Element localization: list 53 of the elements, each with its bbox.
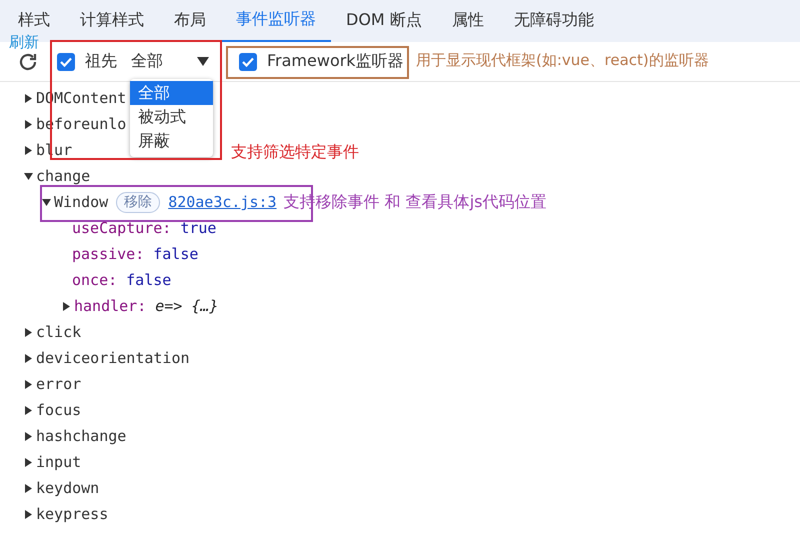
caret-icon bbox=[197, 57, 209, 66]
remove-button[interactable]: 移除 bbox=[116, 192, 160, 212]
tab[interactable]: 属性 bbox=[436, 8, 499, 33]
event-filter-select[interactable]: 全部 bbox=[127, 51, 213, 72]
property-value: e=> {…} bbox=[155, 297, 218, 315]
tab[interactable]: 事件监听器 bbox=[221, 8, 331, 42]
disclosure-triangle-icon[interactable] bbox=[24, 146, 33, 154]
checkbox[interactable] bbox=[57, 52, 75, 70]
checkbox-label: Framework监听器 bbox=[267, 51, 404, 72]
event-name[interactable]: keypress bbox=[36, 505, 108, 523]
disclosure-triangle-icon[interactable] bbox=[24, 510, 33, 518]
disclosure-triangle-icon[interactable] bbox=[62, 302, 71, 310]
disclosure-triangle-icon[interactable] bbox=[24, 458, 33, 466]
disclosure-triangle-icon[interactable] bbox=[24, 354, 33, 362]
disclosure-triangle-icon[interactable] bbox=[24, 94, 33, 102]
event-name[interactable]: focus bbox=[36, 401, 82, 419]
property-name: once: bbox=[72, 271, 118, 289]
annotation-text: 刷新 bbox=[9, 34, 39, 51]
disclosure-triangle-icon[interactable] bbox=[42, 198, 51, 206]
disclosure-triangle-icon[interactable] bbox=[24, 120, 33, 128]
tab[interactable]: DOM 断点 bbox=[331, 8, 437, 33]
property-value: true bbox=[180, 219, 216, 237]
dropdown-option[interactable]: 被动式 bbox=[130, 105, 213, 129]
event-name[interactable]: deviceorientation bbox=[36, 349, 190, 367]
annotation-text: 支持筛选特定事件 bbox=[231, 142, 359, 163]
disclosure-triangle-icon[interactable] bbox=[24, 406, 33, 414]
disclosure-triangle-icon[interactable] bbox=[24, 328, 33, 336]
property-name: useCapture: bbox=[72, 219, 172, 237]
disclosure-triangle-icon[interactable] bbox=[24, 432, 33, 440]
event-name[interactable]: click bbox=[36, 323, 82, 341]
tab[interactable]: 计算样式 bbox=[65, 8, 159, 33]
property-value: false bbox=[153, 245, 198, 263]
checkbox-label: 祖先 bbox=[85, 51, 117, 72]
annotation-text: 用于显示现代框架(如:vue、react)的监听器 bbox=[416, 51, 709, 70]
checkbox[interactable] bbox=[239, 52, 257, 70]
event-name[interactable]: keydown bbox=[36, 479, 100, 497]
event-name[interactable]: hashchange bbox=[36, 427, 126, 445]
listener-target[interactable]: Window bbox=[54, 193, 108, 211]
tab[interactable]: 布局 bbox=[159, 8, 221, 33]
source-link[interactable]: 820ae3c.js:3 bbox=[168, 193, 277, 211]
dropdown-option[interactable]: 全部 bbox=[130, 81, 213, 105]
event-name[interactable]: error bbox=[36, 375, 82, 393]
property-name: handler: bbox=[74, 297, 146, 315]
property-value: false bbox=[126, 271, 172, 289]
event-name[interactable]: change bbox=[36, 167, 90, 185]
tab[interactable]: 样式 bbox=[3, 8, 65, 33]
property-name: passive: bbox=[72, 245, 144, 263]
disclosure-triangle-icon[interactable] bbox=[24, 172, 33, 180]
disclosure-triangle-icon[interactable] bbox=[24, 484, 33, 492]
disclosure-triangle-icon[interactable] bbox=[24, 380, 33, 388]
event-name[interactable]: input bbox=[36, 453, 82, 471]
tab[interactable]: 无障碍功能 bbox=[498, 8, 609, 33]
dropdown-option[interactable]: 屏蔽 bbox=[130, 129, 213, 153]
